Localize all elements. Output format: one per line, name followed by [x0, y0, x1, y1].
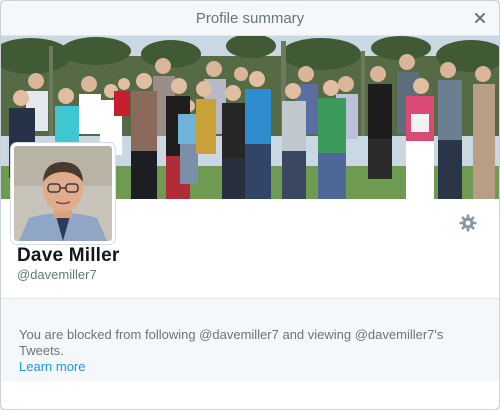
profile-name[interactable]: Dave Miller — [17, 245, 120, 267]
blocked-notice: You are blocked from following @davemill… — [1, 298, 499, 382]
dialog-header: Profile summary — [1, 1, 499, 36]
dialog-title: Profile summary — [195, 10, 305, 27]
close-icon[interactable] — [471, 9, 489, 27]
profile-avatar[interactable] — [11, 143, 115, 244]
blocked-notice-text: You are blocked from following @davemill… — [19, 327, 489, 375]
dialog-footer — [1, 381, 499, 409]
profile-summary-dialog: Profile summary Dave Miller @davemiller7… — [0, 0, 500, 410]
learn-more-link[interactable]: Learn more — [19, 359, 85, 375]
gear-icon[interactable] — [459, 214, 477, 232]
blocked-message: You are blocked from following @davemill… — [19, 327, 444, 358]
profile-handle: @davemiller7 — [17, 267, 97, 282]
